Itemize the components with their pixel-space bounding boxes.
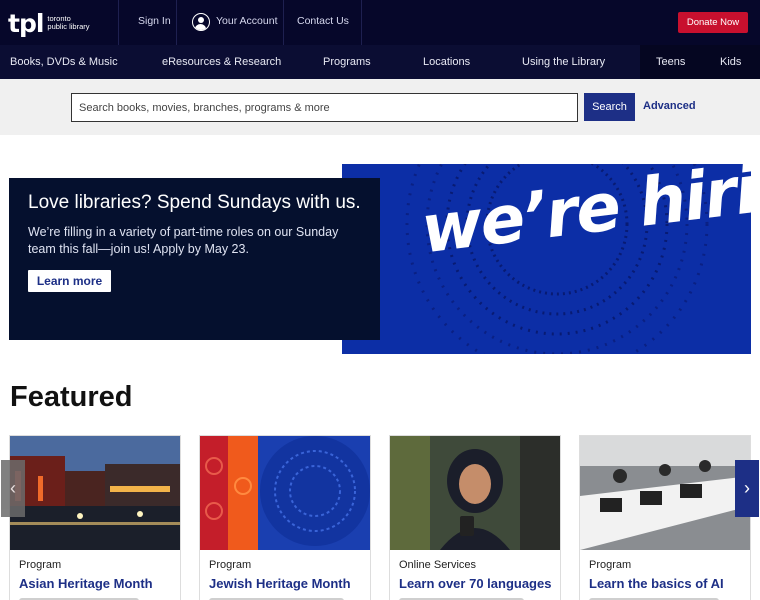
nav-item-programs[interactable]: Programs: [323, 45, 371, 79]
featured-card[interactable]: Online Services Learn over 70 languages: [389, 435, 561, 600]
main-nav: Books, DVDs & Music eResources & Researc…: [0, 45, 760, 79]
nav-item-locations[interactable]: Locations: [423, 45, 470, 79]
card-title[interactable]: Jewish Heritage Month: [209, 576, 351, 591]
card-image-chinatown: [10, 436, 180, 550]
nav-item-teens[interactable]: Teens: [656, 45, 685, 79]
hero-body: We’re filling in a variety of part-time …: [28, 225, 339, 256]
sign-in-link[interactable]: Sign In: [138, 15, 171, 27]
nav-item-using-library[interactable]: Using the Library: [522, 45, 605, 79]
learn-more-button[interactable]: Learn more: [28, 270, 111, 292]
featured-card[interactable]: Program Learn the basics of AI: [579, 435, 751, 600]
card-title[interactable]: Asian Heritage Month: [19, 576, 153, 591]
card-title[interactable]: Learn over 70 languages: [399, 576, 551, 591]
nav-item-kids[interactable]: Kids: [720, 45, 741, 79]
search-input[interactable]: [71, 93, 578, 122]
card-type: Program: [209, 559, 252, 571]
featured-card[interactable]: Program Jewish Heritage Month: [199, 435, 371, 600]
chevron-left-icon: ‹: [10, 478, 16, 498]
top-bar: tpl toronto public library Sign In Your …: [0, 0, 760, 45]
card-title[interactable]: Learn the basics of AI: [589, 576, 724, 591]
divider: [176, 0, 177, 45]
tpl-logo[interactable]: tpl toronto public library: [8, 8, 108, 38]
hiring-banner-image[interactable]: we’re hiring!: [342, 164, 751, 354]
contact-us-link[interactable]: Contact Us: [297, 15, 349, 27]
chevron-right-icon: ›: [744, 478, 750, 498]
card-image-woman-phone: [390, 436, 560, 550]
advanced-search-link[interactable]: Advanced: [643, 100, 696, 112]
featured-heading: Featured: [10, 381, 133, 413]
card-image-pattern: [200, 436, 370, 550]
logo-mark: tpl: [8, 8, 44, 38]
card-type: Program: [589, 559, 632, 571]
donate-button[interactable]: Donate Now: [678, 12, 748, 33]
nav-item-books[interactable]: Books, DVDs & Music: [10, 45, 118, 79]
carousel-next-button[interactable]: ›: [735, 460, 759, 517]
featured-card[interactable]: Program Asian Heritage Month: [9, 435, 181, 600]
account-icon[interactable]: [192, 13, 210, 31]
card-image-computer-lab: [580, 436, 750, 550]
nav-item-eresources[interactable]: eResources & Research: [162, 45, 281, 79]
divider: [118, 0, 119, 45]
your-account-link[interactable]: Your Account: [216, 15, 278, 27]
divider: [283, 0, 284, 45]
card-type: Program: [19, 559, 62, 571]
logo-text-line2: public library: [47, 22, 90, 31]
search-button[interactable]: Search: [584, 93, 635, 121]
logo-text: toronto public library: [47, 14, 90, 32]
card-type: Online Services: [399, 559, 477, 571]
hero-card: Love libraries? Spend Sundays with us. W…: [9, 178, 380, 340]
search-section: Search Advanced: [0, 79, 760, 135]
divider: [361, 0, 362, 45]
carousel-prev-button[interactable]: ‹: [1, 460, 25, 517]
hero-title: Love libraries? Spend Sundays with us.: [28, 192, 361, 213]
